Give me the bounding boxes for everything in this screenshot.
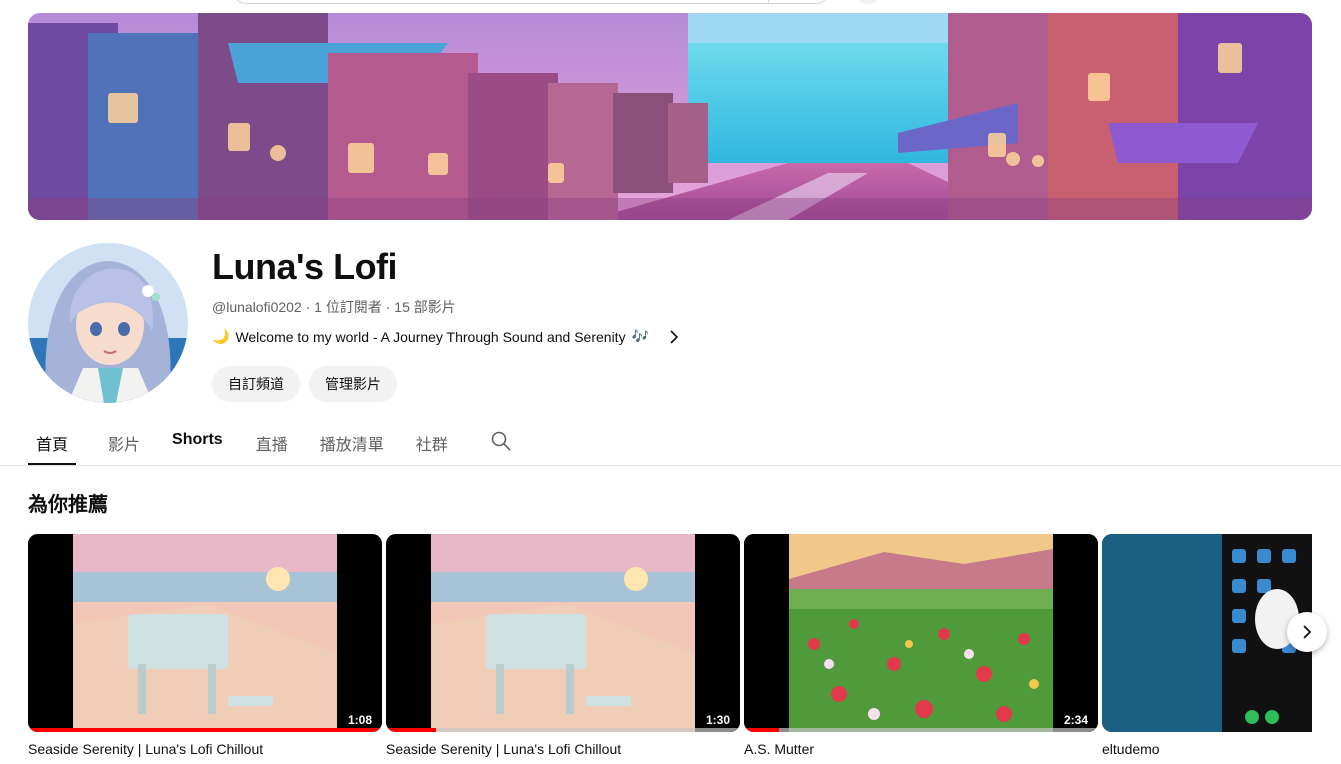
channel-avatar[interactable] [28,243,188,403]
tab-shorts[interactable]: Shorts [172,418,223,465]
video-duration: 1:30 [701,712,734,728]
tab-community[interactable]: 社群 [416,418,448,465]
channel-tabs: 首頁 影片 Shorts 直播 播放清單 社群 [28,418,512,466]
video-thumbnail[interactable]: 1:30 [386,534,740,732]
channel-banner [28,13,1312,220]
video-shelf: 1:08 Seaside Serenity | Luna's Lofi Chil… [28,534,1312,764]
music-notes-icon: 🎶 [631,328,650,344]
moon-icon: 🌙 [212,328,230,344]
tab-playlists[interactable]: 播放清單 [320,418,384,465]
shelf-next-button[interactable] [1287,612,1327,652]
search-box[interactable] [232,0,830,4]
tab-videos[interactable]: 影片 [108,418,140,465]
watch-progress-fill [744,728,780,732]
search-divider [768,0,769,3]
channel-description-text: Welcome to my world - A Journey Through … [235,328,626,345]
channel-meta: @lunalofi0202 · 1 位訂閱者 · 15 部影片 [212,299,456,315]
manage-videos-button[interactable]: 管理影片 [309,366,397,402]
section-title: 為你推薦 [28,494,108,516]
video-card[interactable]: 1:08 Seaside Serenity | Luna's Lofi Chil… [28,534,382,757]
tabs-divider [0,465,1341,466]
tab-live[interactable]: 直播 [256,418,288,465]
video-title[interactable]: Seaside Serenity | Luna's Lofi Chillout [386,741,740,757]
video-duration: 2:34 [1059,712,1092,728]
video-card[interactable]: 2:34 A.S. Mutter [744,534,1098,757]
video-thumbnail[interactable]: 1:08 [28,534,382,732]
channel-name: Luna's Lofi [212,246,398,287]
video-title[interactable]: eltudemo [1102,741,1312,757]
search-icon[interactable] [490,430,512,452]
voice-search-button[interactable] [852,0,884,4]
channel-actions: 自訂頻道 管理影片 [212,366,397,402]
watch-progress [386,728,740,732]
watch-progress [28,728,382,732]
channel-description[interactable]: 🌙 Welcome to my world - A Journey Throug… [212,328,679,345]
video-card[interactable]: eltudemo [1102,534,1312,757]
watch-progress-fill [386,728,436,732]
video-duration: 1:08 [343,712,376,728]
video-title[interactable]: Seaside Serenity | Luna's Lofi Chillout [28,741,382,757]
chevron-right-icon [1303,625,1312,639]
video-card[interactable]: 1:30 Seaside Serenity | Luna's Lofi Chil… [386,534,740,757]
chevron-right-icon[interactable] [669,329,679,344]
watch-progress-fill [28,728,382,732]
video-thumbnail[interactable]: 2:34 [744,534,1098,732]
video-title[interactable]: A.S. Mutter [744,741,1098,757]
tab-home[interactable]: 首頁 [28,418,76,465]
watch-progress [744,728,1098,732]
video-thumbnail[interactable] [1102,534,1312,732]
customize-channel-button[interactable]: 自訂頻道 [212,366,300,402]
